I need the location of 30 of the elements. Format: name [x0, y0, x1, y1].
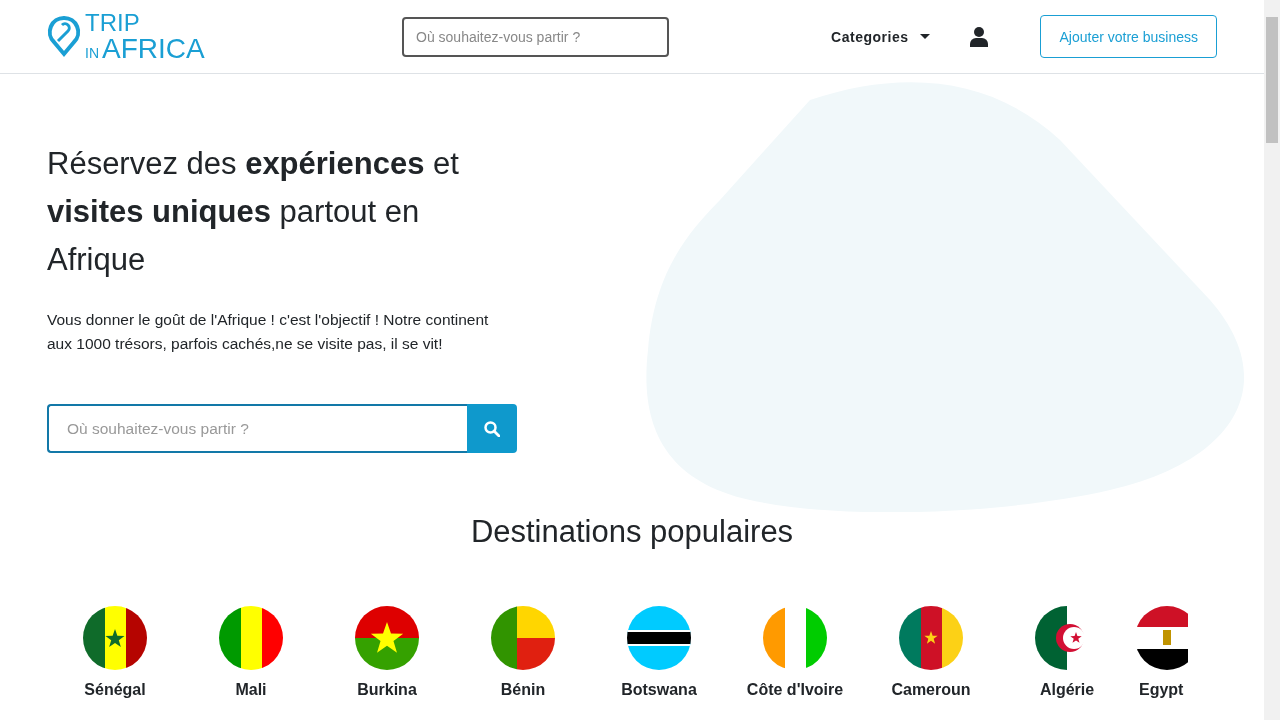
section-title: Destinations populaires [469, 514, 795, 550]
hero-text: Vous donner le goût de l'Afrique ! c'est l'objectif ! Notre continent aux 1000 trésors, parfois cachés,ne se visite pas, il se vit! [47, 310, 490, 354]
destination-name[interactable]: Botswana [621, 681, 697, 699]
caret-icon [920, 34, 931, 39]
destination-name[interactable]: Cameroun [891, 681, 971, 699]
hero-title: Réservez des expériences et visites uniques partout en Afrique [47, 145, 460, 279]
destination-name[interactable]: Egypt [1139, 681, 1184, 699]
flag-icon [491, 606, 555, 670]
destination-name[interactable]: Algérie [1039, 681, 1095, 699]
map-pin-icon [47, 14, 81, 59]
user-icon[interactable] [970, 26, 989, 47]
logo-text: TRIP [85, 10, 141, 35]
flag-icon [1135, 606, 1188, 670]
flag-icon [899, 606, 963, 670]
destination-name[interactable]: Côte d'Ivoire [746, 681, 844, 699]
destination-name[interactable]: Sénégal [84, 681, 146, 699]
flag-icon [83, 606, 147, 670]
logo-text: IN [85, 44, 99, 61]
logo-text: AFRICA [102, 32, 205, 64]
search-field[interactable]: Où souhaitez-vous partir ? [47, 404, 467, 453]
flag-icon [219, 606, 283, 670]
search-icon [484, 420, 500, 437]
flag-icon [763, 606, 827, 670]
destination-name[interactable]: Burkina [357, 681, 417, 699]
search-field[interactable]: Où souhaitez-vous partir ? [402, 16, 669, 57]
destination-name[interactable]: Mali [235, 681, 267, 699]
categories-menu[interactable]: Categories [825, 27, 937, 46]
search-button[interactable] [467, 404, 517, 453]
destination-name[interactable]: Bénin [500, 681, 546, 699]
flag-icon [355, 606, 419, 670]
